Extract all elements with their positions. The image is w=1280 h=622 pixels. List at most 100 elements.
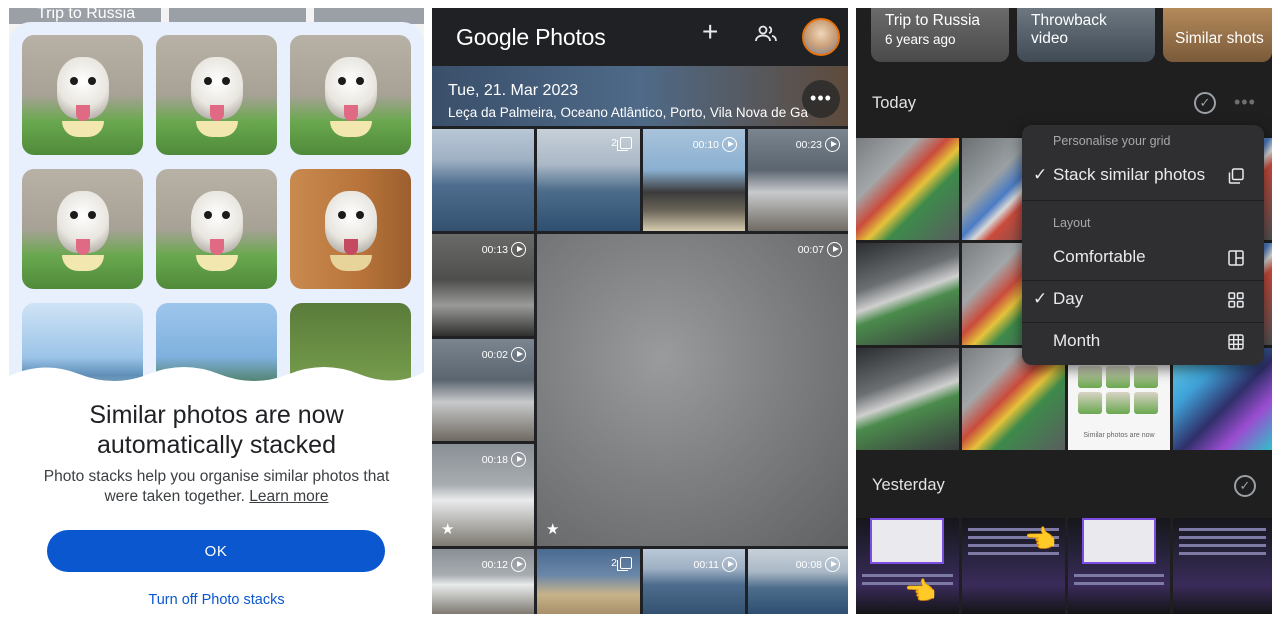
select-all-check-icon[interactable]: ✓ <box>1194 92 1216 114</box>
sharing-icon[interactable] <box>754 22 778 46</box>
video-thumbnail-large[interactable]: 00:07 ★ <box>537 234 848 546</box>
play-icon <box>825 557 840 572</box>
play-icon <box>511 242 526 257</box>
select-all-check-icon[interactable]: ✓ <box>1234 475 1256 497</box>
photo-thumbnail[interactable]: 2 <box>537 549 640 614</box>
stack-onboarding-screen: Trip to Russia Similar photos are now au… <box>9 8 424 614</box>
month-layout-icon <box>1228 334 1244 350</box>
video-thumbnail[interactable]: 00:23 <box>748 129 848 231</box>
memory-chip-label: Trip to Russia <box>37 8 136 22</box>
example-photo-grid <box>22 35 412 423</box>
section-header-today: Today <box>872 94 917 112</box>
menu-item-stack-similar-photos[interactable]: ✓ Stack similar photos <box>1022 158 1264 194</box>
memory-chip-title: Trip to Russia <box>885 12 981 29</box>
pointing-hand-icon: 👈 <box>904 576 937 606</box>
grid-options-screen: Trip to Russia 6 years ago Throwback vid… <box>856 8 1272 614</box>
memory-chip[interactable]: Trip to Russia 6 years ago <box>871 8 1009 62</box>
thumbnail-caption: Similar photos are now <box>1083 432 1155 439</box>
photo-thumbnail[interactable] <box>432 129 534 231</box>
play-icon <box>722 557 737 572</box>
play-icon <box>511 557 526 572</box>
memory-chip[interactable]: Throwback video <box>1017 8 1155 62</box>
video-duration-text: 00:08 <box>795 558 822 571</box>
photo-thumbnail[interactable] <box>856 243 959 345</box>
memory-chip-subtitle: video <box>1031 30 1069 47</box>
selected-check-icon: ✓ <box>1033 165 1048 184</box>
comfortable-layout-icon <box>1228 250 1244 266</box>
learn-more-link[interactable]: Learn more <box>249 488 328 505</box>
menu-divider <box>1022 200 1264 201</box>
stack-badge: 2 <box>611 557 632 571</box>
ok-button[interactable]: OK <box>47 530 385 572</box>
video-thumbnail[interactable]: 00:02 <box>432 339 534 441</box>
video-duration-text: 00:12 <box>481 558 508 571</box>
selected-check-icon: ✓ <box>1033 289 1048 308</box>
example-photo-dog <box>22 35 143 155</box>
screenshot-thumbnail[interactable]: 👈 <box>856 518 959 614</box>
memory-chip-title: Throwback <box>1031 12 1107 29</box>
more-options-icon[interactable]: ••• <box>1234 92 1256 113</box>
video-duration-text: 00:18 <box>481 453 508 466</box>
day-layout-icon <box>1228 292 1244 308</box>
play-icon <box>827 242 842 257</box>
video-duration: 00:10 <box>693 137 737 152</box>
stack-badge: 2 <box>611 137 632 151</box>
favorite-star-icon: ★ <box>441 521 455 538</box>
more-options-icon[interactable]: ••• <box>802 80 840 118</box>
menu-item-label: Comfortable <box>1053 247 1146 266</box>
example-photo-dog <box>290 169 411 289</box>
menu-section-label: Layout <box>1053 216 1091 230</box>
video-thumbnail[interactable]: 00:18 ★ <box>432 444 534 546</box>
photo-thumbnail[interactable] <box>856 138 959 240</box>
video-duration-text: 00:11 <box>693 558 720 571</box>
video-thumbnail[interactable]: 00:11 <box>643 549 745 614</box>
video-duration: 00:08 <box>796 557 840 572</box>
dialog-title-line: automatically stacked <box>96 431 336 459</box>
video-thumbnail[interactable]: 00:08 <box>748 549 848 614</box>
photos-grid-screen: Google Photos + Tue, 21. Mar 2023 Leça d… <box>432 8 848 614</box>
dialog-title: Similar photos are now automatically sta… <box>9 400 424 460</box>
photo-thumbnail[interactable] <box>856 348 959 450</box>
video-duration: 00:23 <box>796 137 840 152</box>
memory-chip[interactable]: Similar shots <box>1163 8 1272 62</box>
location-header[interactable]: Leça da Palmeira, Oceano Atlântico, Port… <box>448 105 828 120</box>
video-thumbnail[interactable]: 00:10 <box>643 129 745 231</box>
account-avatar[interactable] <box>802 18 840 56</box>
memory-chip-subtitle: 6 years ago <box>885 32 956 47</box>
menu-item-month[interactable]: Month <box>1022 324 1264 360</box>
example-photo-dog <box>290 35 411 155</box>
menu-item-label: Month <box>1053 331 1101 350</box>
example-photo-dog <box>22 169 143 289</box>
video-duration: 00:02 <box>482 347 526 362</box>
menu-item-day[interactable]: ✓ Day <box>1022 282 1264 318</box>
screenshot-thumbnail[interactable] <box>1068 518 1170 614</box>
turn-off-photo-stacks-button[interactable]: Turn off Photo stacks <box>9 592 424 608</box>
video-duration: 00:07 <box>798 242 842 257</box>
play-icon <box>511 452 526 467</box>
photo-thumbnail[interactable]: 2 <box>537 129 640 231</box>
video-duration: 00:12 <box>482 557 526 572</box>
menu-item-comfortable[interactable]: Comfortable <box>1022 240 1264 276</box>
video-duration-text: 00:10 <box>692 138 719 151</box>
example-photo-dog <box>156 169 277 289</box>
menu-divider <box>1022 322 1264 323</box>
stack-icon <box>617 137 632 151</box>
play-icon <box>511 347 526 362</box>
screenshot-thumbnail[interactable] <box>1173 518 1272 614</box>
menu-item-label: Day <box>1053 289 1084 308</box>
video-thumbnail[interactable]: 00:12 <box>432 549 534 614</box>
memory-chip-title: Similar shots <box>1175 30 1264 47</box>
video-duration: 00:11 <box>693 557 737 572</box>
memories-carousel: Trip to Russia 6 years ago Throwback vid… <box>856 8 1272 62</box>
section-header-yesterday: Yesterday <box>872 476 945 494</box>
add-icon[interactable]: + <box>702 18 724 46</box>
screenshot-thumbnail[interactable]: 👈 <box>962 518 1065 614</box>
video-duration: 00:13 <box>482 242 526 257</box>
play-icon <box>825 137 840 152</box>
play-icon <box>722 137 737 152</box>
video-duration-text: 00:23 <box>795 138 822 151</box>
grid-options-menu: Personalise your grid ✓ Stack similar ph… <box>1022 125 1264 365</box>
stack-icon <box>617 557 632 571</box>
dialog-description-text: Photo stacks help you organise similar p… <box>43 468 390 505</box>
video-thumbnail[interactable]: 00:13 <box>432 234 534 336</box>
